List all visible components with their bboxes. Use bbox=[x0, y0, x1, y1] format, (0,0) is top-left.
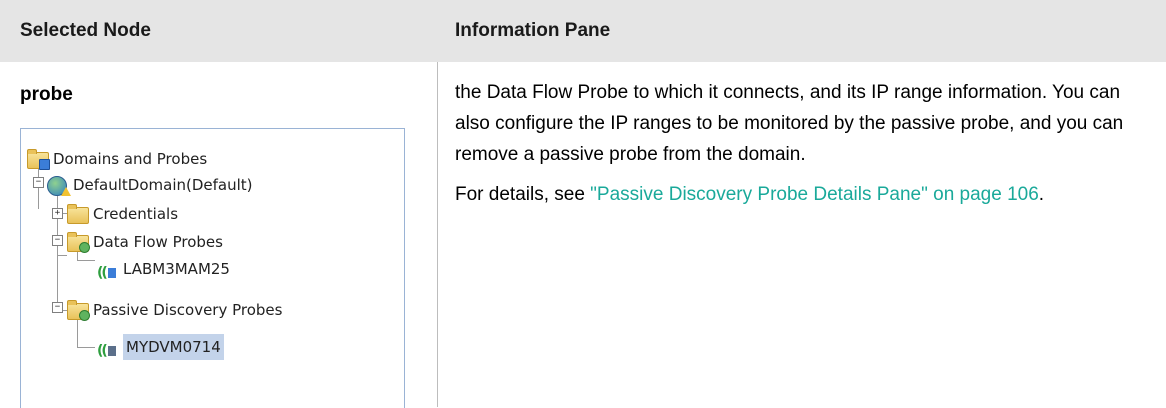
tree-item-passive-discovery-probes[interactable]: Passive Discovery Probes bbox=[67, 296, 282, 322]
probe-icon: (( bbox=[97, 260, 117, 281]
selected-node-cell: probe bbox=[20, 62, 420, 107]
tree-connector bbox=[77, 320, 78, 348]
tree-item-labm3mam25[interactable]: (( LABM3MAM25 bbox=[97, 255, 230, 281]
tree-item-label: LABM3MAM25 bbox=[123, 259, 230, 278]
tree-item-label: DefaultDomain(Default) bbox=[73, 175, 253, 194]
tree-item-label: Domains and Probes bbox=[53, 149, 208, 168]
domain-warning-icon bbox=[47, 175, 71, 196]
collapse-toggle[interactable]: − bbox=[33, 177, 44, 188]
passive-probe-icon: (( bbox=[97, 338, 117, 359]
tree-connector bbox=[57, 187, 58, 311]
probe-folder-icon bbox=[67, 231, 90, 253]
tree-item-domains-and-probes[interactable]: Domains and Probes bbox=[27, 145, 207, 171]
tree-connector bbox=[77, 347, 95, 348]
tree-item-label: Data Flow Probes bbox=[93, 232, 223, 251]
tree-item-credentials[interactable]: Credentials bbox=[67, 200, 178, 226]
information-pane-cell: the Data Flow Probe to which it connects… bbox=[455, 62, 1155, 210]
info-details-paragraph: For details, see "Passive Discovery Prob… bbox=[455, 179, 1155, 210]
details-prefix: For details, see bbox=[455, 184, 591, 205]
tree-item-data-flow-probes[interactable]: Data Flow Probes bbox=[67, 228, 223, 254]
info-paragraph: the Data Flow Probe to which it connects… bbox=[455, 82, 1124, 165]
tree-item-label: Credentials bbox=[93, 204, 179, 223]
column-divider bbox=[437, 62, 438, 407]
collapse-toggle[interactable]: − bbox=[52, 235, 63, 246]
selected-node-title: probe bbox=[20, 84, 73, 105]
passive-folder-icon bbox=[67, 299, 90, 321]
tree-connector bbox=[77, 260, 95, 261]
header-selected-node: Selected Node bbox=[20, 20, 151, 41]
table-header-row: Selected Node Information Pane bbox=[0, 0, 1166, 62]
tree-item-label: Passive Discovery Probes bbox=[93, 300, 283, 319]
folder-icon bbox=[67, 203, 89, 224]
tree-item-label: MYDVM0714 bbox=[123, 333, 224, 360]
expand-toggle[interactable]: + bbox=[52, 208, 63, 219]
tree-connector bbox=[57, 255, 67, 256]
header-information-pane: Information Pane bbox=[455, 20, 611, 41]
domains-probes-tree: Domains and Probes − DefaultDomain(Defau… bbox=[20, 128, 405, 408]
collapse-toggle[interactable]: − bbox=[52, 302, 63, 313]
tree-item-default-domain[interactable]: DefaultDomain(Default) bbox=[47, 171, 253, 197]
passive-probe-details-link[interactable]: "Passive Discovery Probe Details Pane" o… bbox=[590, 184, 1039, 205]
details-suffix: . bbox=[1038, 184, 1045, 205]
tree-item-mydvm0714[interactable]: (( MYDVM0714 bbox=[97, 333, 224, 360]
node-info-table: Selected Node Information Pane probe Dom… bbox=[0, 0, 1166, 408]
domains-probes-icon bbox=[27, 148, 50, 170]
